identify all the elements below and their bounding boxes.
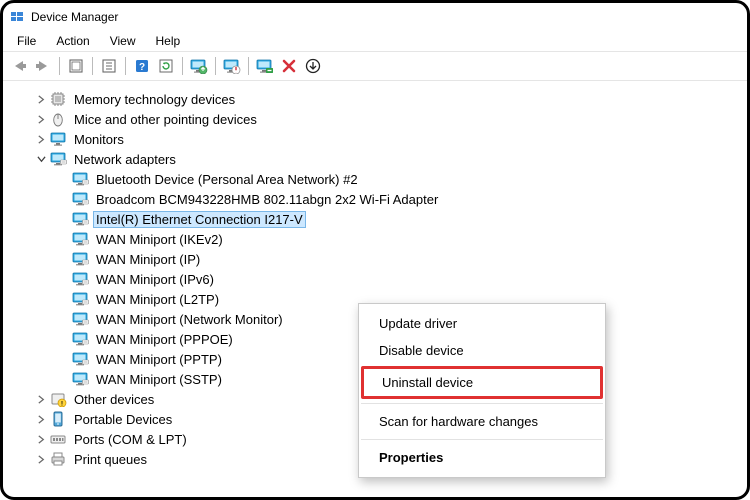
mouse-icon xyxy=(49,111,67,127)
tree-device[interactable]: WAN Miniport (IPv6) xyxy=(71,269,737,289)
toolbar xyxy=(3,51,747,81)
chevron-right-icon[interactable] xyxy=(35,413,47,425)
chevron-right-icon[interactable] xyxy=(35,93,47,105)
tree-label: WAN Miniport (L2TP) xyxy=(93,291,222,308)
context-menu: Update driverDisable device Uninstall dev… xyxy=(358,303,606,478)
tree-device[interactable]: Bluetooth Device (Personal Area Network)… xyxy=(71,169,737,189)
tree-device[interactable]: WAN Miniport (IP) xyxy=(71,249,737,269)
separator-icon xyxy=(59,57,60,75)
net-icon xyxy=(71,311,89,327)
context-menu-item[interactable]: Update driver xyxy=(361,310,603,337)
chevron-down-icon[interactable] xyxy=(35,153,47,165)
net-icon xyxy=(71,371,89,387)
delete-button[interactable] xyxy=(277,54,301,78)
forward-button[interactable] xyxy=(31,54,55,78)
tree-label: Portable Devices xyxy=(71,411,175,428)
back-button[interactable] xyxy=(7,54,31,78)
net-icon xyxy=(71,171,89,187)
menu-action[interactable]: Action xyxy=(46,32,99,50)
tree-label: WAN Miniport (PPTP) xyxy=(93,351,225,368)
net-icon xyxy=(71,291,89,307)
separator-icon xyxy=(92,57,93,75)
chevron-right-icon[interactable] xyxy=(35,453,47,465)
monitor-icon xyxy=(49,131,67,147)
tree-label: Other devices xyxy=(71,391,157,408)
other-icon xyxy=(49,391,67,407)
tree-label: WAN Miniport (SSTP) xyxy=(93,371,225,388)
tree-label: Memory technology devices xyxy=(71,91,238,108)
tree-label: WAN Miniport (IKEv2) xyxy=(93,231,226,248)
tree-label: WAN Miniport (IP) xyxy=(93,251,203,268)
window-title: Device Manager xyxy=(31,10,118,24)
tree-label: Broadcom BCM943228HMB 802.11abgn 2x2 Wi-… xyxy=(93,191,441,208)
menu-file[interactable]: File xyxy=(7,32,46,50)
net-icon xyxy=(71,351,89,367)
tree-category[interactable]: Memory technology devices xyxy=(35,89,737,109)
tree-device[interactable]: Intel(R) Ethernet Connection I217-V xyxy=(71,209,737,229)
device-tree[interactable]: Memory technology devices Mice and other … xyxy=(3,81,747,481)
tree-device[interactable]: WAN Miniport (IKEv2) xyxy=(71,229,737,249)
properties-button[interactable] xyxy=(97,54,121,78)
chevron-right-icon[interactable] xyxy=(35,133,47,145)
chevron-right-icon[interactable] xyxy=(35,393,47,405)
separator-icon xyxy=(215,57,216,75)
separator-icon xyxy=(125,57,126,75)
net-icon xyxy=(71,271,89,287)
menu-divider xyxy=(361,439,603,440)
tree-device[interactable]: Broadcom BCM943228HMB 802.11abgn 2x2 Wi-… xyxy=(71,189,737,209)
update-driver-button[interactable] xyxy=(187,54,211,78)
net-icon xyxy=(71,251,89,267)
tree-category[interactable]: Network adapters xyxy=(35,149,737,169)
chevron-right-icon[interactable] xyxy=(35,113,47,125)
menu-view[interactable]: View xyxy=(100,32,146,50)
tree-label: Print queues xyxy=(71,451,150,468)
tree-label: Ports (COM & LPT) xyxy=(71,431,190,448)
tree-category[interactable]: Monitors xyxy=(35,129,737,149)
context-menu-item[interactable]: Disable device xyxy=(361,337,603,364)
printer-icon xyxy=(49,451,67,467)
tree-label: Intel(R) Ethernet Connection I217-V xyxy=(93,211,306,228)
menu-divider xyxy=(361,403,603,404)
app-logo-icon xyxy=(9,9,25,25)
separator-icon xyxy=(248,57,249,75)
tree-label: Monitors xyxy=(71,131,127,148)
net-icon xyxy=(71,331,89,347)
titlebar: Device Manager xyxy=(3,3,747,31)
show-hidden-button[interactable] xyxy=(64,54,88,78)
tree-label: Bluetooth Device (Personal Area Network)… xyxy=(93,171,361,188)
tree-label: WAN Miniport (PPPOE) xyxy=(93,331,236,348)
separator-icon xyxy=(182,57,183,75)
net-icon xyxy=(71,191,89,207)
refresh-button[interactable] xyxy=(154,54,178,78)
context-menu-item[interactable]: Scan for hardware changes xyxy=(361,408,603,435)
port-icon xyxy=(49,431,67,447)
scan-hardware-button[interactable] xyxy=(301,54,325,78)
uninstall-device-button[interactable] xyxy=(253,54,277,78)
context-menu-item[interactable]: Uninstall device xyxy=(364,369,600,396)
tree-label: Mice and other pointing devices xyxy=(71,111,260,128)
net-icon xyxy=(71,211,89,227)
menubar: File Action View Help xyxy=(3,31,747,51)
chevron-right-icon[interactable] xyxy=(35,433,47,445)
tree-category[interactable]: Mice and other pointing devices xyxy=(35,109,737,129)
highlight-box: Uninstall device xyxy=(361,366,603,399)
chip-icon xyxy=(49,91,67,107)
net-icon xyxy=(71,231,89,247)
menu-help[interactable]: Help xyxy=(146,32,191,50)
tree-label: WAN Miniport (Network Monitor) xyxy=(93,311,286,328)
disable-device-button[interactable] xyxy=(220,54,244,78)
tree-label: WAN Miniport (IPv6) xyxy=(93,271,217,288)
net-icon xyxy=(49,151,67,167)
context-menu-item[interactable]: Properties xyxy=(361,444,603,471)
tree-label: Network adapters xyxy=(71,151,179,168)
portable-icon xyxy=(49,411,67,427)
help-button[interactable] xyxy=(130,54,154,78)
